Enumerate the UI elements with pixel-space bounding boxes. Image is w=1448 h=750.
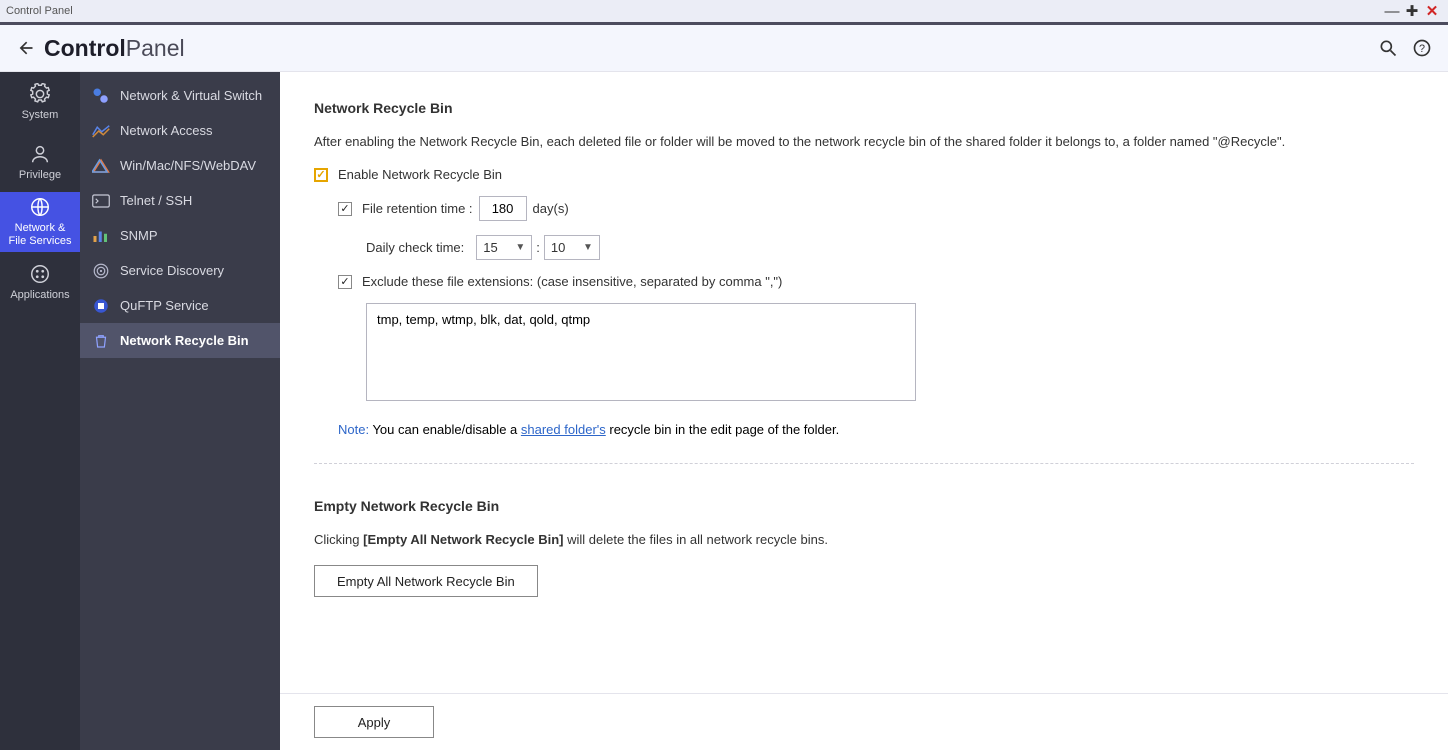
app-title-bold: Control <box>44 35 126 61</box>
footer-bar: Apply <box>280 693 1448 750</box>
back-button[interactable] <box>12 35 38 61</box>
note-line: Note: You can enable/disable a shared fo… <box>338 422 1414 437</box>
recycle-bin-icon <box>92 332 110 350</box>
exclude-ext-textarea[interactable] <box>366 303 916 401</box>
rail-tab-system[interactable]: System <box>0 72 80 132</box>
chevron-down-icon: ▼ <box>583 242 593 253</box>
shared-folder-link[interactable]: shared folder's <box>521 422 606 437</box>
submenu-item-service-discovery[interactable]: Service Discovery <box>80 253 280 288</box>
empty-all-button[interactable]: Empty All Network Recycle Bin <box>314 565 538 597</box>
radar-icon <box>92 262 110 280</box>
check-min-value: 10 <box>551 240 565 255</box>
help-icon: ? <box>1412 38 1432 58</box>
section-divider <box>314 463 1414 464</box>
check-time-label: Daily check time: <box>366 240 464 255</box>
content-pane: Network Recycle Bin After enabling the N… <box>280 72 1448 750</box>
retention-label: File retention time : <box>362 201 473 216</box>
chevron-down-icon: ▼ <box>515 242 525 253</box>
network-switch-icon <box>92 87 110 105</box>
submenu-item-quftp[interactable]: QuFTP Service <box>80 288 280 323</box>
rail-tab-privilege[interactable]: Privilege <box>0 132 80 192</box>
section2-before: Clicking <box>314 532 363 547</box>
help-button[interactable]: ? <box>1408 34 1436 62</box>
retention-unit: day(s) <box>533 201 569 216</box>
submenu: Network & Virtual Switch Network Access … <box>80 72 280 750</box>
check-hour-select[interactable]: 15 ▼ <box>476 235 532 260</box>
user-icon <box>29 143 51 165</box>
submenu-label: Network Recycle Bin <box>120 333 249 348</box>
rail-label-privilege: Privilege <box>19 169 61 182</box>
enable-recycle-checkbox[interactable] <box>314 168 328 182</box>
rail-tab-network[interactable]: Network & File Services <box>0 192 80 252</box>
submenu-item-winmac[interactable]: Win/Mac/NFS/WebDAV <box>80 148 280 183</box>
section2-title: Empty Network Recycle Bin <box>314 498 1414 514</box>
apps-icon <box>29 263 51 285</box>
app-header: ControlPanel ? <box>0 25 1448 72</box>
time-separator: : <box>536 240 540 255</box>
app-title-light: Panel <box>126 35 185 61</box>
check-hour-value: 15 <box>483 240 497 255</box>
submenu-item-network-access[interactable]: Network Access <box>80 113 280 148</box>
submenu-label: Telnet / SSH <box>120 193 192 208</box>
submenu-item-snmp[interactable]: SNMP <box>80 218 280 253</box>
submenu-label: Service Discovery <box>120 263 224 278</box>
globe-icon <box>29 196 51 218</box>
check-min-select[interactable]: 10 ▼ <box>544 235 600 260</box>
triangle-icon <box>92 157 110 175</box>
submenu-label: SNMP <box>120 228 158 243</box>
submenu-item-recycle-bin[interactable]: Network Recycle Bin <box>80 323 280 358</box>
search-icon <box>1378 38 1398 58</box>
category-rail: System Privilege Network & File Services… <box>0 72 80 750</box>
submenu-label: Network & Virtual Switch <box>120 88 262 103</box>
window-minimize-button[interactable]: — <box>1382 3 1402 20</box>
window-title: Control Panel <box>6 5 73 17</box>
terminal-icon <box>92 192 110 210</box>
submenu-label: Network Access <box>120 123 212 138</box>
rail-label-system: System <box>22 109 59 122</box>
exclude-ext-checkbox[interactable] <box>338 275 352 289</box>
gear-icon <box>29 83 51 105</box>
section2-after: will delete the files in all network rec… <box>563 532 827 547</box>
search-button[interactable] <box>1374 34 1402 62</box>
section2-desc: Clicking [Empty All Network Recycle Bin]… <box>314 532 1414 547</box>
submenu-label: QuFTP Service <box>120 298 209 313</box>
arrow-left-icon <box>15 38 35 58</box>
section1-title: Network Recycle Bin <box>314 100 1414 116</box>
exclude-ext-label: Exclude these file extensions: (case ins… <box>362 274 782 289</box>
window-close-button[interactable]: ✕ <box>1422 2 1442 20</box>
submenu-item-nvs[interactable]: Network & Virtual Switch <box>80 78 280 113</box>
note-text-before: You can enable/disable a <box>369 422 521 437</box>
ftp-icon <box>92 297 110 315</box>
bars-icon <box>92 227 110 245</box>
section2-bold: [Empty All Network Recycle Bin] <box>363 532 563 547</box>
enable-recycle-label: Enable Network Recycle Bin <box>338 167 502 182</box>
note-label: Note: <box>338 422 369 437</box>
window-titlebar: Control Panel — ✚ ✕ <box>0 0 1448 22</box>
submenu-label: Win/Mac/NFS/WebDAV <box>120 158 256 173</box>
rail-tab-applications[interactable]: Applications <box>0 252 80 312</box>
rail-label-network: Network & File Services <box>9 222 72 247</box>
note-text-after: recycle bin in the edit page of the fold… <box>606 422 839 437</box>
window-maximize-button[interactable]: ✚ <box>1402 2 1422 20</box>
rail-label-applications: Applications <box>10 289 69 302</box>
network-access-icon <box>92 122 110 140</box>
retention-checkbox[interactable] <box>338 202 352 216</box>
retention-input[interactable] <box>479 196 527 221</box>
svg-text:?: ? <box>1419 43 1425 55</box>
submenu-item-telnet[interactable]: Telnet / SSH <box>80 183 280 218</box>
app-title: ControlPanel <box>44 35 185 62</box>
apply-button[interactable]: Apply <box>314 706 434 738</box>
section1-desc: After enabling the Network Recycle Bin, … <box>314 134 1414 149</box>
